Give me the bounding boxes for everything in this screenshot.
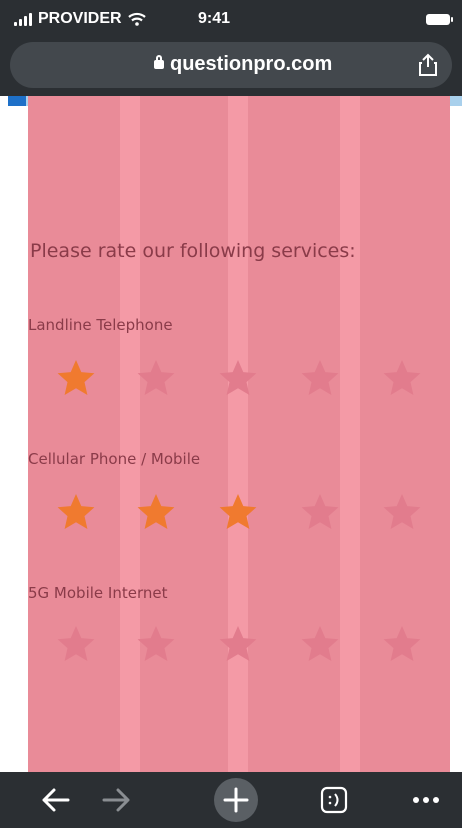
rating-row [28,492,450,540]
rating-star-5[interactable] [382,624,422,664]
rating-star-1[interactable] [56,624,96,664]
status-bar: PROVIDER 9:41 [0,0,462,38]
rating-star-3[interactable] [218,624,258,664]
url-text[interactable]: questionpro.com [170,53,332,76]
signal-icon [14,12,32,26]
question-label: 5G Mobile Internet [28,584,168,602]
tabs-icon[interactable] [312,778,356,822]
rating-star-4[interactable] [300,624,340,664]
wifi-icon [127,12,146,26]
more-icon[interactable] [404,778,448,822]
back-arrow-icon[interactable] [34,778,78,822]
lock-icon [154,55,164,69]
rating-star-5[interactable] [382,492,422,532]
rating-star-3[interactable] [218,358,258,398]
forward-arrow-icon[interactable] [94,778,138,822]
status-time: 9:41 [198,10,231,27]
browser-address-area: questionpro.com [0,38,462,96]
rating-star-4[interactable] [300,492,340,532]
address-bar[interactable]: questionpro.com [10,42,452,88]
rating-star-1[interactable] [56,492,96,532]
carrier-group: PROVIDER [14,10,146,28]
rating-row [28,624,450,672]
question-label: Cellular Phone / Mobile [28,450,201,468]
share-icon[interactable] [416,52,440,78]
battery-icon [426,14,453,25]
rating-star-2[interactable] [136,358,176,398]
rating-star-5[interactable] [382,358,422,398]
carrier-label: PROVIDER [38,10,122,27]
new-tab-plus-icon[interactable] [214,778,258,822]
rating-star-3[interactable] [218,492,258,532]
rating-star-4[interactable] [300,358,340,398]
survey-content: Please rate our following services: Land… [28,96,450,772]
rating-star-2[interactable] [136,624,176,664]
browser-toolbar [0,772,462,828]
survey-heading: Please rate our following services: [30,240,356,262]
rating-row [28,358,450,406]
rating-star-1[interactable] [56,358,96,398]
question-label: Landline Telephone [28,316,173,334]
rating-star-2[interactable] [136,492,176,532]
